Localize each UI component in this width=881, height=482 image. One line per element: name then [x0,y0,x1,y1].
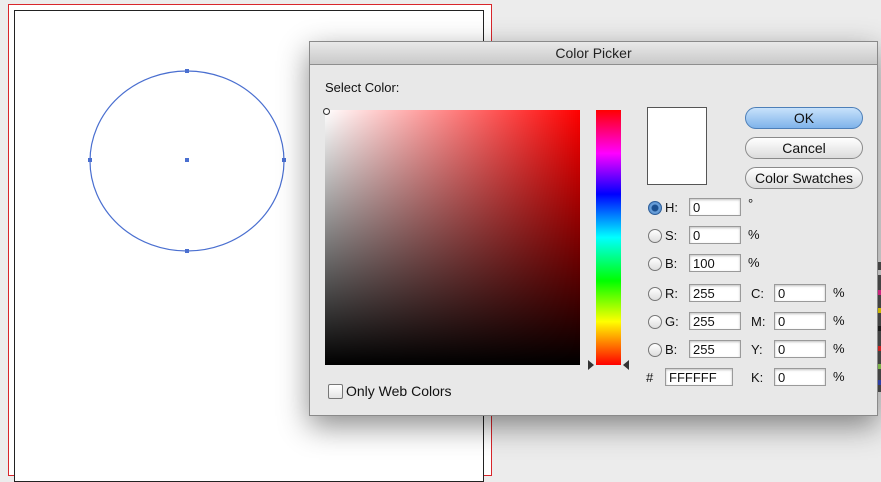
selection-handle-bottom[interactable] [185,249,189,253]
ok-button[interactable]: OK [745,107,863,129]
brightness-unit: % [748,255,760,270]
black-unit: % [833,369,845,384]
black-field[interactable]: 0 [774,368,826,386]
selection-handle-right[interactable] [282,158,286,162]
hue-field[interactable]: 0 [689,198,741,216]
yellow-unit: % [833,341,845,356]
blue-radio[interactable] [648,343,662,357]
brightness-radio[interactable] [648,257,662,271]
color-field-cursor[interactable] [323,108,330,115]
selection-center-point[interactable] [185,158,189,162]
magenta-label: M: [751,314,766,329]
dialog-title-bar[interactable]: Color Picker [310,42,877,65]
hue-slider-right-arrow[interactable] [623,360,629,370]
hue-slider-left-arrow[interactable] [588,360,594,370]
cyan-label: C: [751,286,764,301]
cancel-button[interactable]: Cancel [745,137,863,159]
cyan-unit: % [833,285,845,300]
magenta-field[interactable]: 0 [774,312,826,330]
brightness-label: B: [665,256,678,271]
hex-label: # [646,370,654,385]
color-picker-dialog: Color Picker Select Color: Only Web Colo… [309,41,878,416]
saturation-label: S: [665,228,678,243]
green-label: G: [665,314,679,329]
saturation-unit: % [748,227,760,242]
hue-radio[interactable] [648,201,662,215]
color-swatches-button[interactable]: Color Swatches [745,167,863,189]
red-field[interactable]: 255 [689,284,741,302]
green-radio[interactable] [648,315,662,329]
yellow-field[interactable]: 0 [774,340,826,358]
hue-unit: ° [748,196,754,211]
only-web-colors-checkbox[interactable] [328,384,343,399]
selection-handle-left[interactable] [88,158,92,162]
saturation-brightness-field[interactable] [325,110,580,365]
dialog-title: Color Picker [555,45,632,61]
selection-handle-top[interactable] [185,69,189,73]
black-label: K: [751,370,764,385]
magenta-unit: % [833,313,845,328]
saturation-field[interactable]: 0 [689,226,741,244]
saturation-radio[interactable] [648,229,662,243]
red-label: R: [665,286,678,301]
blue-field[interactable]: 255 [689,340,741,358]
brightness-field[interactable]: 100 [689,254,741,272]
cyan-field[interactable]: 0 [774,284,826,302]
yellow-label: Y: [751,342,763,357]
only-web-colors-label[interactable]: Only Web Colors [346,383,452,399]
select-color-label: Select Color: [325,80,400,95]
hue-label: H: [665,200,678,215]
red-radio[interactable] [648,287,662,301]
color-preview-swatch [647,107,707,185]
hue-slider[interactable] [596,110,621,365]
blue-label: B: [665,342,678,357]
hex-field[interactable]: FFFFFF [665,368,733,386]
green-field[interactable]: 255 [689,312,741,330]
